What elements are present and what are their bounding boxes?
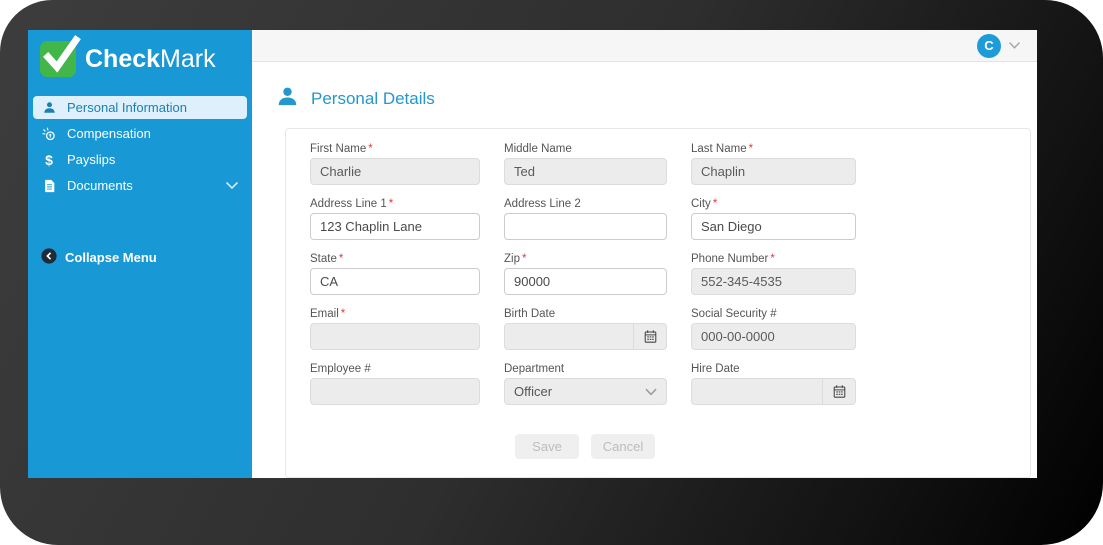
personal-details-form: First Name* Middle Name Last Name* Addre… bbox=[310, 143, 1030, 405]
email-field-group: Email * bbox=[310, 308, 480, 350]
ssn-label: Social Security # bbox=[691, 308, 777, 320]
hire-date-field-group: Hire Date bbox=[691, 363, 856, 405]
employee-number-input bbox=[310, 378, 480, 405]
address-line-2-input[interactable] bbox=[504, 213, 667, 240]
required-asterisk: * bbox=[388, 198, 394, 210]
avatar-chevron-down-icon[interactable] bbox=[1008, 37, 1021, 55]
cancel-button[interactable]: Cancel bbox=[591, 434, 655, 459]
ssn-input bbox=[691, 323, 856, 350]
brand-bold: Check bbox=[85, 44, 161, 73]
sidebar-item-label: Documents bbox=[67, 178, 133, 193]
sidebar-nav: Personal Information Compensation $ Pays… bbox=[28, 96, 252, 197]
document-icon bbox=[41, 179, 57, 193]
employee-number-field-group: Employee # bbox=[310, 363, 480, 405]
calendar-icon bbox=[644, 330, 656, 343]
city-field-group: City * bbox=[691, 198, 856, 240]
birth-date-label: Birth Date bbox=[504, 308, 556, 320]
department-label: Department bbox=[504, 363, 565, 375]
app-window: CheckMark Personal Information Compensat… bbox=[28, 30, 1037, 478]
page-content: Personal Details First Name* Middle Name… bbox=[252, 62, 1037, 478]
last-name-label: Last Name * bbox=[691, 143, 754, 155]
required-asterisk: * bbox=[368, 143, 373, 155]
address-line-2-label: Address Line 2 bbox=[504, 198, 581, 210]
dollar-icon: $ bbox=[45, 151, 53, 168]
compensation-icon bbox=[41, 127, 57, 141]
birth-date-input bbox=[504, 323, 633, 350]
required-asterisk: * bbox=[340, 308, 346, 320]
first-name-input bbox=[310, 158, 480, 185]
person-icon bbox=[277, 86, 298, 112]
phone-number-label: Phone Number * bbox=[691, 253, 775, 265]
chevron-down-icon[interactable] bbox=[225, 178, 239, 193]
checkmark-logo-icon bbox=[40, 35, 81, 77]
middle-name-input bbox=[504, 158, 667, 185]
address-line-1-label: Address Line 1 * bbox=[310, 198, 394, 210]
user-avatar[interactable]: C bbox=[977, 33, 1001, 58]
calendar-icon bbox=[833, 385, 845, 398]
required-asterisk: * bbox=[748, 143, 754, 155]
required-asterisk: * bbox=[770, 253, 775, 265]
zip-label: Zip * bbox=[504, 253, 527, 265]
zip-input[interactable] bbox=[504, 268, 667, 295]
state-field-group: State * bbox=[310, 253, 480, 295]
collapse-menu-button[interactable]: Collapse Menu bbox=[41, 248, 157, 267]
last-name-input bbox=[691, 158, 856, 185]
sidebar-item-payslips[interactable]: $ Payslips bbox=[33, 148, 247, 171]
form-actions: Save Cancel bbox=[515, 434, 1030, 459]
middle-name-field-group: Middle Name bbox=[504, 143, 667, 185]
required-asterisk: * bbox=[338, 253, 344, 265]
employee-number-label: Employee # bbox=[310, 363, 371, 375]
brand-name: CheckMark bbox=[85, 44, 216, 73]
address-line-1-input[interactable] bbox=[310, 213, 480, 240]
first-name-field-group: First Name * bbox=[310, 143, 480, 185]
personal-details-card: First Name* Middle Name Last Name* Addre… bbox=[285, 128, 1031, 478]
ssn-field-group: Social Security # bbox=[691, 308, 856, 350]
email-input bbox=[310, 323, 480, 350]
sidebar-item-compensation[interactable]: Compensation bbox=[33, 122, 247, 145]
required-asterisk: * bbox=[712, 198, 718, 210]
main-area: C Personal Details First Name * Charlie … bbox=[252, 30, 1037, 478]
collapse-menu-label: Collapse Menu bbox=[65, 250, 157, 265]
zip-field-group: Zip * bbox=[504, 253, 667, 295]
page-title: Personal Details bbox=[311, 89, 435, 108]
select-chevron-down-icon bbox=[645, 384, 657, 399]
department-select[interactable]: Officer bbox=[504, 378, 667, 405]
city-input[interactable] bbox=[691, 213, 856, 240]
top-bar: C bbox=[252, 30, 1037, 62]
brand-light: Mark bbox=[160, 44, 216, 73]
middle-name-label: Middle Name bbox=[504, 143, 572, 155]
hire-date-input bbox=[691, 378, 822, 405]
sidebar: CheckMark Personal Information Compensat… bbox=[28, 30, 252, 478]
department-selected-value: Officer bbox=[514, 384, 553, 399]
phone-number-field-group: Phone Number * bbox=[691, 253, 856, 295]
hire-date-calendar-button[interactable] bbox=[822, 378, 856, 405]
collapse-arrow-icon bbox=[41, 248, 57, 267]
city-label: City * bbox=[691, 198, 718, 210]
address-line-2-field-group: Address Line 2 bbox=[504, 198, 667, 240]
last-name-field-group: Last Name * bbox=[691, 143, 856, 185]
page-heading: Personal Details bbox=[277, 86, 1033, 112]
address-line-1-field-group: Address Line 1 * bbox=[310, 198, 480, 240]
state-input[interactable] bbox=[310, 268, 480, 295]
email-label: Email * bbox=[310, 308, 346, 320]
department-field-group: Department Officer bbox=[504, 363, 667, 405]
person-icon bbox=[41, 101, 57, 114]
birth-date-field-group: Birth Date bbox=[504, 308, 667, 350]
sidebar-item-documents[interactable]: Documents bbox=[33, 174, 247, 197]
sidebar-item-label: Compensation bbox=[67, 126, 151, 141]
sidebar-item-label: Personal Information bbox=[67, 100, 187, 115]
phone-number-input bbox=[691, 268, 856, 295]
hire-date-label: Hire Date bbox=[691, 363, 740, 375]
app-logo: CheckMark bbox=[28, 30, 252, 78]
state-label: State * bbox=[310, 253, 344, 265]
first-name-label: First Name * bbox=[310, 143, 373, 155]
save-button[interactable]: Save bbox=[515, 434, 579, 459]
birth-date-calendar-button[interactable] bbox=[633, 323, 667, 350]
required-asterisk: * bbox=[521, 253, 527, 265]
sidebar-item-personal-information[interactable]: Personal Information bbox=[33, 96, 247, 119]
sidebar-item-label: Payslips bbox=[67, 152, 116, 167]
